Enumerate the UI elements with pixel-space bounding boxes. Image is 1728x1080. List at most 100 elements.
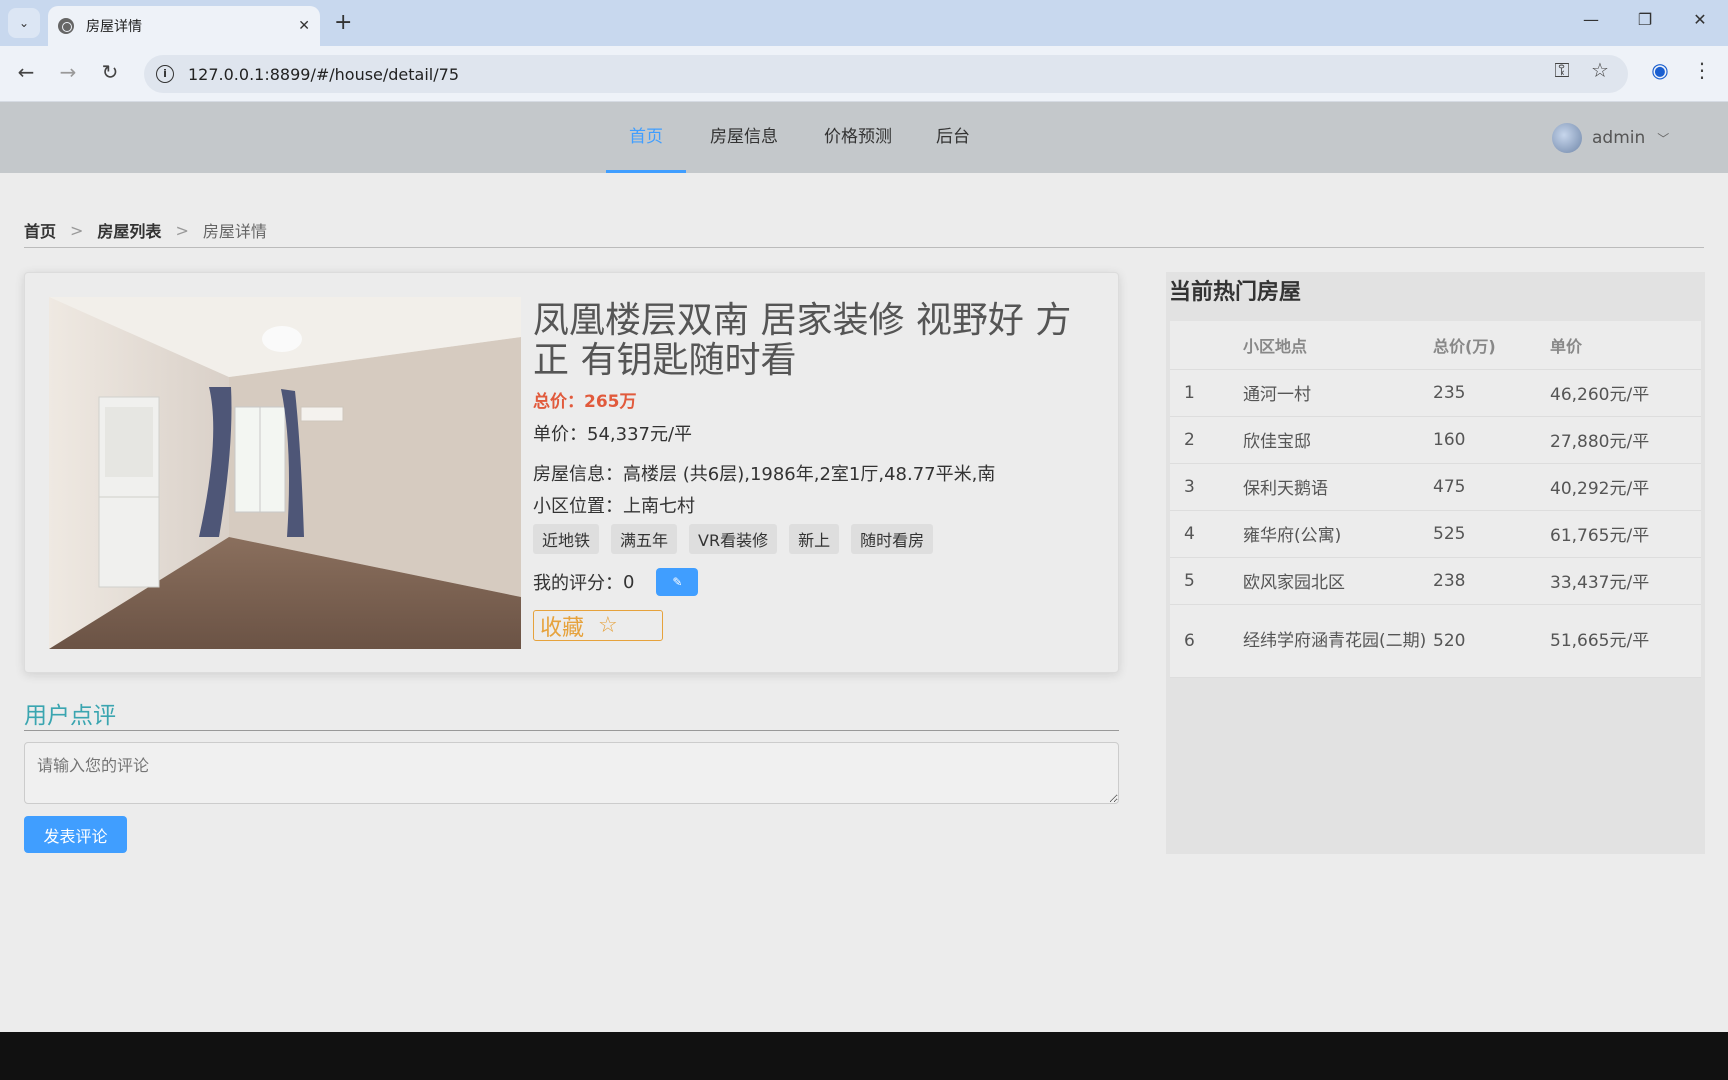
unit-cell: 61,765元/平 bbox=[1550, 510, 1701, 558]
globe-icon bbox=[58, 18, 74, 34]
new-tab-button[interactable]: + bbox=[334, 10, 352, 35]
tab-search-button[interactable]: ⌄ bbox=[8, 8, 40, 38]
favorite-label: 收藏 bbox=[540, 615, 585, 641]
user-dropdown[interactable]: admin ﹀ bbox=[1552, 122, 1669, 154]
minimize-icon[interactable]: — bbox=[1576, 10, 1606, 29]
total-cell: 238 bbox=[1433, 557, 1550, 605]
house-title: 凤凰楼层双南 居家装修 视野好 方正 有钥匙随时看 bbox=[533, 300, 1072, 381]
comments-title: 用户点评 bbox=[24, 703, 116, 729]
my-rating: 我的评分： 0 ✎ bbox=[533, 568, 1093, 596]
breadcrumb-current: 房屋详情 bbox=[202, 222, 267, 241]
edit-icon: ✎ bbox=[672, 575, 683, 589]
site-info-icon[interactable]: i bbox=[156, 65, 174, 83]
edit-rating-button[interactable]: ✎ bbox=[656, 568, 699, 596]
total-cell: 235 bbox=[1433, 369, 1550, 417]
breadcrumb-separator: > bbox=[70, 220, 84, 240]
unit-cell: 27,880元/平 bbox=[1550, 416, 1701, 464]
taskbar bbox=[0, 1032, 1728, 1080]
column-header: 小区地点 bbox=[1243, 321, 1433, 370]
browser-tab[interactable]: 房屋详情 ✕ bbox=[48, 6, 320, 46]
total-price: 总价：265万 bbox=[533, 392, 637, 412]
house-info: 凤凰楼层双南 居家装修 视野好 方正 有钥匙随时看 总价：265万 单价：54,… bbox=[533, 301, 1093, 641]
address-bar[interactable]: i 127.0.0.1:8899/#/house/detail/75 bbox=[144, 55, 1628, 93]
browser-toolbar: ← → ↻ i 127.0.0.1:8899/#/house/detail/75… bbox=[0, 46, 1728, 102]
unit-cell: 33,437元/平 bbox=[1550, 557, 1701, 605]
name-cell: 欣佳宝邸 bbox=[1243, 416, 1433, 464]
nav-admin-label: 后台 bbox=[936, 127, 970, 147]
name-cell: 通河一村 bbox=[1243, 369, 1433, 417]
avatar bbox=[1552, 123, 1582, 153]
star-icon: ☆ bbox=[598, 613, 618, 638]
house-detail-card: 凤凰楼层双南 居家装修 视野好 方正 有钥匙随时看 总价：265万 单价：54,… bbox=[24, 272, 1119, 673]
unit-cell: 46,260元/平 bbox=[1550, 369, 1701, 417]
nav-home[interactable]: 首页 bbox=[606, 102, 686, 173]
tag: 近地铁 bbox=[533, 524, 600, 554]
rank-cell: 6 bbox=[1170, 604, 1243, 678]
close-tab-icon[interactable]: ✕ bbox=[298, 18, 310, 34]
tag: VR看装修 bbox=[689, 524, 778, 554]
table-row[interactable]: 2 欣佳宝邸 160 27,880元/平 bbox=[1170, 416, 1701, 464]
breadcrumb-home[interactable]: 首页 bbox=[24, 218, 56, 242]
tab-title: 房屋详情 bbox=[86, 19, 142, 35]
column-header: 单价 bbox=[1550, 321, 1701, 370]
browser-tabbar: ⌄ 房屋详情 ✕ + — ❐ ✕ bbox=[0, 0, 1728, 46]
house-info-line: 房屋信息：高楼层 (共6层),1986年,2室1厅,48.77平米,南 bbox=[533, 464, 996, 485]
nav-house-info-label: 房屋信息 bbox=[710, 127, 778, 147]
hot-houses-table: 小区地点 总价(万) 单价 1 通河一村 235 46,260元/平 2 欣佳宝… bbox=[1170, 321, 1701, 678]
menu-dots-icon[interactable]: ⋮ bbox=[1688, 58, 1716, 82]
total-cell: 475 bbox=[1433, 463, 1550, 511]
nav-house-info[interactable]: 房屋信息 bbox=[696, 102, 792, 173]
username: admin bbox=[1592, 128, 1646, 148]
breadcrumb-list[interactable]: 房屋列表 bbox=[97, 218, 161, 242]
forward-icon[interactable]: → bbox=[54, 60, 82, 84]
rank-cell: 4 bbox=[1170, 510, 1243, 558]
table-header-row: 小区地点 总价(万) 单价 bbox=[1170, 321, 1701, 370]
column-header: 总价(万) bbox=[1433, 321, 1550, 370]
profile-icon[interactable]: ◉ bbox=[1646, 58, 1674, 82]
rank-cell: 5 bbox=[1170, 557, 1243, 605]
rating-value: 0 bbox=[623, 571, 635, 593]
chevron-down-icon: ﹀ bbox=[1657, 131, 1670, 146]
house-location: 小区位置：上南七村 bbox=[533, 496, 695, 517]
rank-cell: 3 bbox=[1170, 463, 1243, 511]
tag: 新上 bbox=[789, 524, 840, 554]
nav-price-predict[interactable]: 价格预测 bbox=[810, 102, 906, 173]
comments-divider bbox=[24, 730, 1119, 731]
name-cell: 欧风家园北区 bbox=[1243, 557, 1433, 605]
unit-price: 单价：54,337元/平 bbox=[533, 424, 693, 445]
tag: 满五年 bbox=[611, 524, 678, 554]
window-close-icon[interactable]: ✕ bbox=[1685, 10, 1715, 29]
table-row[interactable]: 6 经纬学府涵青花园(二期) 520 51,665元/平 bbox=[1170, 604, 1701, 678]
breadcrumb: 首页 > 房屋列表 > 房屋详情 bbox=[24, 218, 267, 242]
house-tags: 近地铁 满五年 VR看装修 新上 随时看房 bbox=[533, 524, 1093, 554]
unit-cell: 40,292元/平 bbox=[1550, 463, 1701, 511]
rank-cell: 2 bbox=[1170, 416, 1243, 464]
restore-icon[interactable]: ❐ bbox=[1630, 10, 1660, 29]
total-cell: 520 bbox=[1433, 604, 1550, 678]
name-cell: 保利天鹅语 bbox=[1243, 463, 1433, 511]
table-row[interactable]: 3 保利天鹅语 475 40,292元/平 bbox=[1170, 463, 1701, 511]
bookmark-star-icon[interactable]: ☆ bbox=[1586, 58, 1614, 82]
site-header: 首页 房屋信息 价格预测 后台 admin ﹀ bbox=[0, 102, 1728, 173]
url-text: 127.0.0.1:8899/#/house/detail/75 bbox=[188, 64, 459, 84]
hot-houses-panel: 当前热门房屋 小区地点 总价(万) 单价 1 通河一村 235 46,260元/… bbox=[1166, 272, 1705, 854]
nav-home-label: 首页 bbox=[629, 127, 663, 147]
table-row[interactable]: 5 欧风家园北区 238 33,437元/平 bbox=[1170, 557, 1701, 605]
hot-houses-title: 当前热门房屋 bbox=[1169, 280, 1302, 305]
comment-input[interactable] bbox=[24, 742, 1119, 804]
name-cell: 经纬学府涵青花园(二期) bbox=[1243, 604, 1433, 678]
room-photo-illustration bbox=[49, 297, 521, 649]
table-row[interactable]: 4 雍华府(公寓) 525 61,765元/平 bbox=[1170, 510, 1701, 558]
house-photo bbox=[49, 297, 521, 649]
nav-price-predict-label: 价格预测 bbox=[824, 127, 892, 147]
favorite-button[interactable]: 收藏 ☆ bbox=[533, 610, 663, 641]
reload-icon[interactable]: ↻ bbox=[96, 60, 124, 84]
submit-comment-button[interactable]: 发表评论 bbox=[24, 816, 127, 853]
total-cell: 525 bbox=[1433, 510, 1550, 558]
nav-admin[interactable]: 后台 bbox=[922, 102, 984, 173]
key-icon[interactable]: ⚿ bbox=[1548, 58, 1576, 82]
table-row[interactable]: 1 通河一村 235 46,260元/平 bbox=[1170, 369, 1701, 417]
unit-cell: 51,665元/平 bbox=[1550, 604, 1701, 678]
rank-cell: 1 bbox=[1170, 369, 1243, 417]
back-icon[interactable]: ← bbox=[12, 60, 40, 84]
